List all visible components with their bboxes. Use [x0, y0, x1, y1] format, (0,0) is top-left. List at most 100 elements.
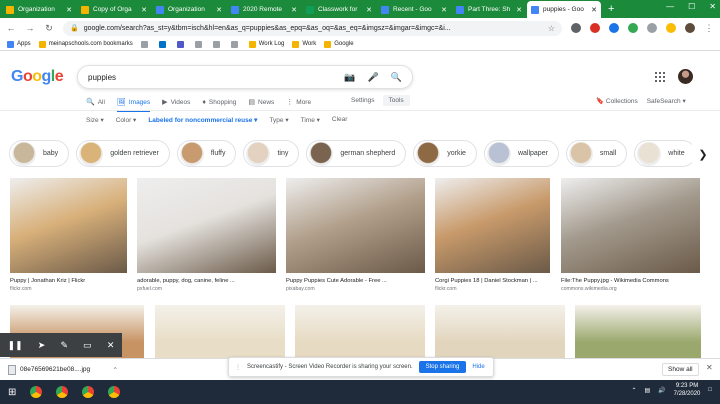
browser-tab[interactable]: Organization ✕	[152, 1, 226, 18]
result-thumbnail[interactable]	[10, 178, 127, 273]
network-icon[interactable]: ▤	[645, 387, 651, 394]
browser-tab[interactable]: Part Three: Sh ✕	[452, 1, 526, 18]
chevron-up-icon[interactable]: ⌃	[631, 387, 636, 394]
result-caption[interactable]: Puppy | Jonathan Kriz | Flickr	[10, 278, 127, 284]
tools-button[interactable]: Tools	[382, 95, 410, 106]
image-result[interactable]: Puppy Puppies Cute Adorable - Free ... pi…	[286, 178, 425, 292]
google-apps-icon[interactable]	[655, 72, 665, 82]
close-icon[interactable]: ✕	[709, 2, 716, 11]
extension-icon[interactable]	[609, 23, 619, 33]
result-thumbnail[interactable]	[435, 305, 565, 358]
bookmark-item[interactable]	[212, 40, 223, 48]
eraser-icon[interactable]: ▭	[83, 340, 92, 351]
browser-tab[interactable]: puppies - Goo ✕	[527, 1, 601, 18]
bookmark-item[interactable]	[158, 40, 169, 48]
close-icon[interactable]: ✕	[589, 6, 597, 14]
browser-tab[interactable]: Copy of Orga ✕	[77, 1, 151, 18]
tab-news[interactable]: ▤ News	[248, 95, 274, 109]
close-icon[interactable]: ✕	[64, 6, 72, 14]
profile-avatar[interactable]	[685, 23, 695, 33]
hide-button[interactable]: Hide	[472, 364, 484, 370]
browser-tab[interactable]: Organization ✕	[2, 1, 76, 18]
bookmark-item[interactable]: Work Log	[248, 40, 284, 48]
stop-sharing-button[interactable]: Stop sharing	[418, 361, 467, 373]
settings-link[interactable]: Settings	[351, 95, 375, 106]
tab-more[interactable]: ⋮ More	[286, 95, 311, 109]
address-bar[interactable]: 🔒 google.com/search?as_st=y&tbm=isch&hl=…	[63, 20, 562, 36]
close-icon[interactable]: ✕	[514, 6, 522, 14]
related-search-chip[interactable]: fluffy	[176, 140, 237, 167]
safesearch-dropdown[interactable]: SafeSearch ▾	[647, 97, 686, 105]
filter-dropdown[interactable]: Labeled for noncommercial reuse ▾	[148, 116, 257, 124]
close-icon[interactable]: ✕	[139, 6, 147, 14]
search-icon[interactable]: 🔍	[391, 72, 402, 83]
reload-icon[interactable]: ↻	[44, 23, 54, 34]
account-avatar[interactable]	[678, 69, 693, 84]
image-result[interactable]: Corgi Puppies 18 | Daniel Stockman | ...…	[435, 178, 550, 292]
new-tab-icon[interactable]: +	[608, 3, 614, 15]
bookmark-item[interactable]	[230, 40, 241, 48]
back-icon[interactable]: ←	[6, 23, 16, 33]
close-icon[interactable]: ✕	[214, 6, 222, 14]
related-search-chip[interactable]: baby	[9, 140, 70, 167]
close-icon[interactable]: ✕	[107, 340, 115, 351]
close-icon[interactable]: ✕	[364, 6, 372, 14]
close-icon[interactable]: ✕	[439, 6, 447, 14]
filter-dropdown[interactable]: Time ▾	[301, 116, 320, 124]
pause-icon[interactable]: ❚❚	[8, 340, 23, 351]
camera-icon[interactable]: 📷	[344, 72, 355, 83]
result-caption[interactable]: Puppy Puppies Cute Adorable - Free ...	[286, 278, 425, 284]
tab-shopping[interactable]: ♦ Shopping	[202, 95, 236, 109]
related-search-chip[interactable]: white	[634, 140, 696, 167]
tab-images[interactable]: 🖼 Images	[116, 95, 151, 112]
extension-icon[interactable]	[628, 23, 638, 33]
image-result[interactable]: Puppy | Jonathan Kriz | Flickr flickr.com	[10, 178, 127, 292]
show-all-button[interactable]: Show all	[662, 363, 699, 376]
microphone-icon[interactable]: 🎤	[368, 72, 379, 83]
close-icon[interactable]: ✕	[706, 363, 713, 372]
extension-icon[interactable]	[666, 23, 676, 33]
collections-link[interactable]: 🔖 Collections	[596, 97, 638, 105]
drag-handle-icon[interactable]: ⋮	[235, 364, 241, 371]
related-search-chip[interactable]: yorkie	[413, 140, 477, 167]
bookmark-item[interactable]	[194, 40, 205, 48]
result-thumbnail[interactable]	[561, 178, 700, 273]
bookmark-item[interactable]: meinapschools.com bookmarks	[38, 40, 133, 48]
chrome-icon[interactable]	[56, 386, 69, 398]
browser-tab[interactable]: 2020 Remote ✕	[227, 1, 301, 18]
volume-icon[interactable]: 🔊	[658, 387, 665, 394]
related-search-chip[interactable]: golden retriever	[76, 140, 170, 167]
related-search-chip[interactable]: german shepherd	[306, 140, 407, 167]
image-result[interactable]: File:The Puppy.jpg - Wikimedia Commons co…	[561, 178, 700, 292]
cursor-icon[interactable]: ➤	[38, 340, 46, 351]
browser-tab[interactable]: Classwork for ✕	[302, 1, 376, 18]
related-search-chip[interactable]: tiny	[243, 140, 300, 167]
screencastify-icon[interactable]	[590, 23, 600, 33]
chrome-icon[interactable]	[30, 386, 43, 398]
chevron-up-icon[interactable]: ⌃	[113, 366, 118, 374]
download-item[interactable]: 08e76569621be08....jpg ⌃	[8, 364, 118, 375]
menu-icon[interactable]: ⋮	[704, 23, 714, 34]
result-caption[interactable]: Corgi Puppies 18 | Daniel Stockman | ...	[435, 278, 550, 284]
maximize-icon[interactable]: ☐	[688, 2, 695, 11]
extension-icon[interactable]	[571, 23, 581, 33]
clock[interactable]: 9:23 PM 7/28/2020	[674, 382, 701, 398]
pen-icon[interactable]: ✎	[60, 340, 68, 351]
google-logo[interactable]: Google	[11, 68, 64, 86]
filter-dropdown[interactable]: Type ▾	[269, 116, 288, 124]
browser-tab[interactable]: Recent - Goo ✕	[377, 1, 451, 18]
result-thumbnail[interactable]	[137, 178, 276, 273]
image-result[interactable]: adorable, puppy, dog, canine, feline ...…	[137, 178, 276, 292]
filter-dropdown[interactable]: Color ▾	[116, 116, 137, 124]
chrome-icon[interactable]	[82, 386, 95, 398]
windows-start-icon[interactable]: ⊞	[8, 387, 16, 398]
search-input[interactable]: puppies 📷 🎤 🔍	[77, 65, 413, 89]
result-caption[interactable]: adorable, puppy, dog, canine, feline ...	[137, 278, 276, 284]
minimize-icon[interactable]: —	[666, 2, 674, 11]
related-search-chip[interactable]: wallpaper	[483, 140, 559, 167]
bookmark-item[interactable]: Google	[324, 40, 354, 48]
result-caption[interactable]: File:The Puppy.jpg - Wikimedia Commons	[561, 278, 700, 284]
result-thumbnail[interactable]	[575, 305, 701, 358]
filter-dropdown[interactable]: Size ▾	[86, 116, 104, 124]
notification-icon[interactable]: □	[708, 387, 712, 393]
